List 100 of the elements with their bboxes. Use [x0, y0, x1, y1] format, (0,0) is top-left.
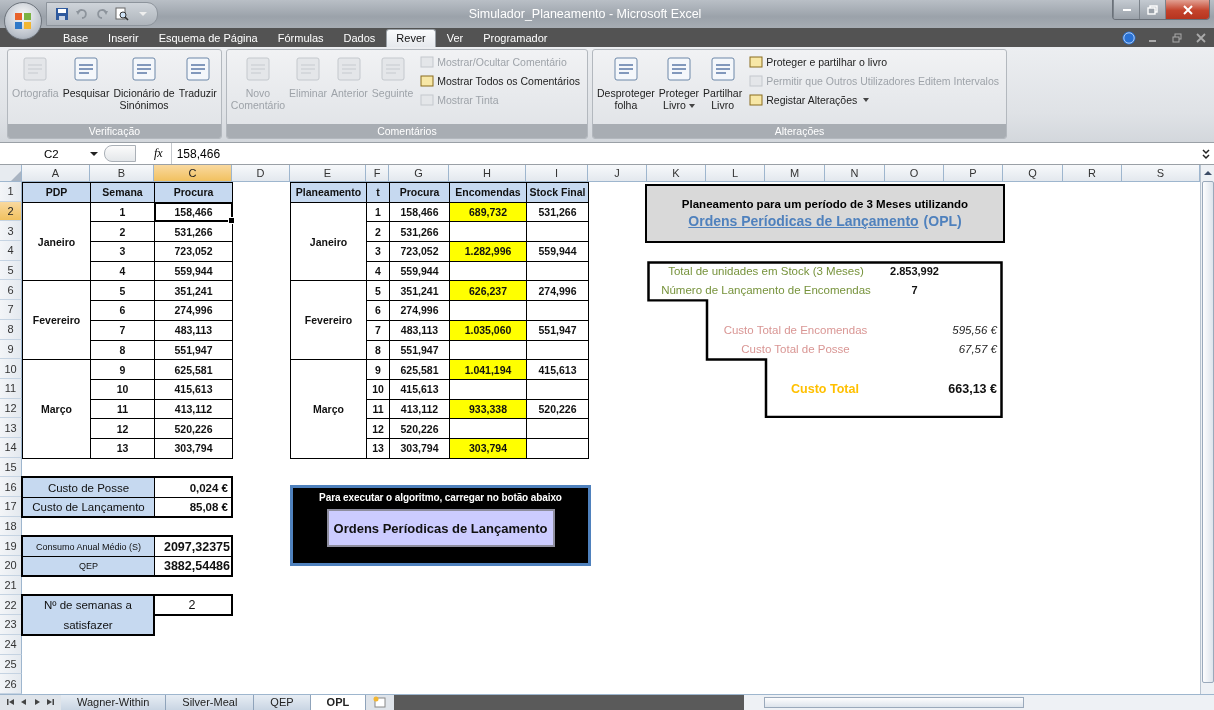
- column-header[interactable]: O: [885, 165, 944, 182]
- minimize-button[interactable]: [1113, 0, 1139, 19]
- row-header[interactable]: 16: [0, 477, 22, 497]
- ribbon-button[interactable]: Desproteger folha: [596, 54, 656, 111]
- undo-icon[interactable]: [75, 7, 89, 21]
- ribbon-button[interactable]: Registar Alterações: [749, 92, 1000, 108]
- parameter-value[interactable]: 2: [153, 594, 233, 617]
- row-header[interactable]: 24: [0, 634, 22, 655]
- column-header[interactable]: D: [232, 165, 290, 182]
- column-header[interactable]: E: [290, 165, 366, 182]
- column-header[interactable]: M: [765, 165, 825, 182]
- vertical-scrollbar[interactable]: [1200, 165, 1214, 694]
- save-icon[interactable]: [55, 7, 69, 21]
- row-header[interactable]: 6: [0, 280, 22, 301]
- ribbon-button[interactable]: Dicionário de Sinónimos: [112, 54, 176, 111]
- column-header[interactable]: L: [706, 165, 765, 182]
- row-header[interactable]: 25: [0, 654, 22, 675]
- column-header[interactable]: N: [825, 165, 885, 182]
- previous-sheet-icon[interactable]: [19, 697, 29, 708]
- print-preview-icon[interactable]: [115, 7, 129, 21]
- caret-icon[interactable]: [90, 150, 98, 157]
- row-header[interactable]: 20: [0, 556, 22, 576]
- column-header[interactable]: C: [154, 165, 232, 182]
- ribbon-button[interactable]: Partilhar Livro: [702, 54, 744, 111]
- summary-value: 67,57 €: [957, 342, 999, 358]
- run-button[interactable]: Ordens Períodicas de Lançamento: [326, 509, 555, 548]
- row-header[interactable]: 13: [0, 418, 22, 438]
- column-header[interactable]: Q: [1003, 165, 1063, 182]
- row-header[interactable]: 2: [0, 201, 22, 222]
- name-box[interactable]: C2: [0, 147, 90, 160]
- sheet-tab[interactable]: QEP: [254, 694, 311, 710]
- row-header[interactable]: 23: [0, 615, 22, 635]
- column-header[interactable]: S: [1122, 165, 1200, 182]
- ribbon-button[interactable]: Proteger e partilhar o livro: [749, 54, 1000, 70]
- row-header[interactable]: 3: [0, 221, 22, 242]
- column-header[interactable]: G: [389, 165, 449, 182]
- ribbon-tab[interactable]: Dados: [334, 29, 385, 47]
- table-cell: Março: [22, 359, 91, 459]
- ribbon-tab[interactable]: Programador: [474, 29, 557, 47]
- caret-icon: [688, 104, 695, 109]
- restore-icon[interactable]: [1170, 30, 1184, 45]
- column-header[interactable]: F: [366, 165, 389, 182]
- row-header[interactable]: 15: [0, 457, 22, 478]
- column-header[interactable]: P: [944, 165, 1003, 182]
- table-header: Procura: [154, 182, 233, 203]
- row-header[interactable]: 19: [0, 536, 22, 557]
- last-sheet-icon[interactable]: [45, 697, 55, 708]
- formula-field[interactable]: 158,466: [170, 143, 1201, 164]
- next-sheet-icon[interactable]: [32, 697, 42, 708]
- formula-bar-button[interactable]: [104, 145, 136, 162]
- maximize-button[interactable]: [1139, 0, 1165, 19]
- first-sheet-icon[interactable]: [6, 697, 16, 708]
- ribbon-button[interactable]: Proteger Livro: [657, 54, 701, 111]
- column-header[interactable]: I: [526, 165, 588, 182]
- summary-label: Custo Total de Encomendas: [722, 322, 869, 338]
- row-header[interactable]: 5: [0, 260, 22, 281]
- ribbon-tab[interactable]: Esquema de Página: [149, 29, 267, 47]
- row-header[interactable]: 22: [0, 595, 22, 616]
- help-icon[interactable]: [1122, 30, 1136, 45]
- row-header[interactable]: 14: [0, 437, 22, 458]
- horizontal-scrollbar[interactable]: [744, 694, 1214, 710]
- column-header[interactable]: B: [90, 165, 154, 182]
- row-header[interactable]: 8: [0, 319, 22, 340]
- row-header[interactable]: 4: [0, 241, 22, 261]
- column-header[interactable]: R: [1063, 165, 1122, 182]
- expand-icon[interactable]: [1201, 147, 1211, 160]
- office-button[interactable]: [4, 2, 42, 40]
- row-header[interactable]: 17: [0, 497, 22, 517]
- table-cell[interactable]: 158,466: [154, 201, 233, 223]
- ribbon-tab[interactable]: Rever: [386, 29, 436, 47]
- sheet-tab[interactable]: OPL: [310, 694, 367, 710]
- sheet-tab[interactable]: Wagner-Within: [61, 694, 167, 710]
- row-header[interactable]: 18: [0, 516, 22, 537]
- row-header[interactable]: 11: [0, 378, 22, 399]
- ribbon-tab[interactable]: Fórmulas: [268, 29, 333, 47]
- row-header[interactable]: 12: [0, 398, 22, 419]
- column-header[interactable]: H: [449, 165, 526, 182]
- row-header[interactable]: 7: [0, 300, 22, 320]
- row-header[interactable]: 21: [0, 575, 22, 596]
- sheet-tab[interactable]: Silver-Meal: [166, 694, 255, 710]
- function-label[interactable]: fx: [154, 146, 163, 161]
- close-button[interactable]: [1165, 0, 1209, 19]
- column-header[interactable]: A: [22, 165, 90, 182]
- ribbon-button[interactable]: Traduzir: [177, 54, 218, 99]
- up-arrow-icon[interactable]: [1202, 169, 1213, 177]
- column-header[interactable]: J: [588, 165, 647, 182]
- insert-sheet-icon[interactable]: [372, 696, 389, 709]
- close-icon[interactable]: [1194, 30, 1208, 45]
- ribbon-tab[interactable]: Ver: [437, 29, 473, 47]
- row-header[interactable]: 10: [0, 359, 22, 379]
- row-header[interactable]: 26: [0, 674, 22, 694]
- column-header[interactable]: K: [647, 165, 706, 182]
- ribbon-button[interactable]: Pesquisar: [61, 54, 111, 99]
- ribbon-button[interactable]: Mostrar Todos os Comentários: [420, 73, 581, 89]
- redo-icon[interactable]: [95, 7, 109, 21]
- ribbon-tab[interactable]: Base: [54, 29, 98, 47]
- ribbon-tab[interactable]: Inserir: [99, 29, 148, 47]
- row-header[interactable]: 9: [0, 339, 22, 360]
- row-header[interactable]: 1: [0, 182, 22, 202]
- table-cell[interactable]: 303,794: [154, 437, 233, 459]
